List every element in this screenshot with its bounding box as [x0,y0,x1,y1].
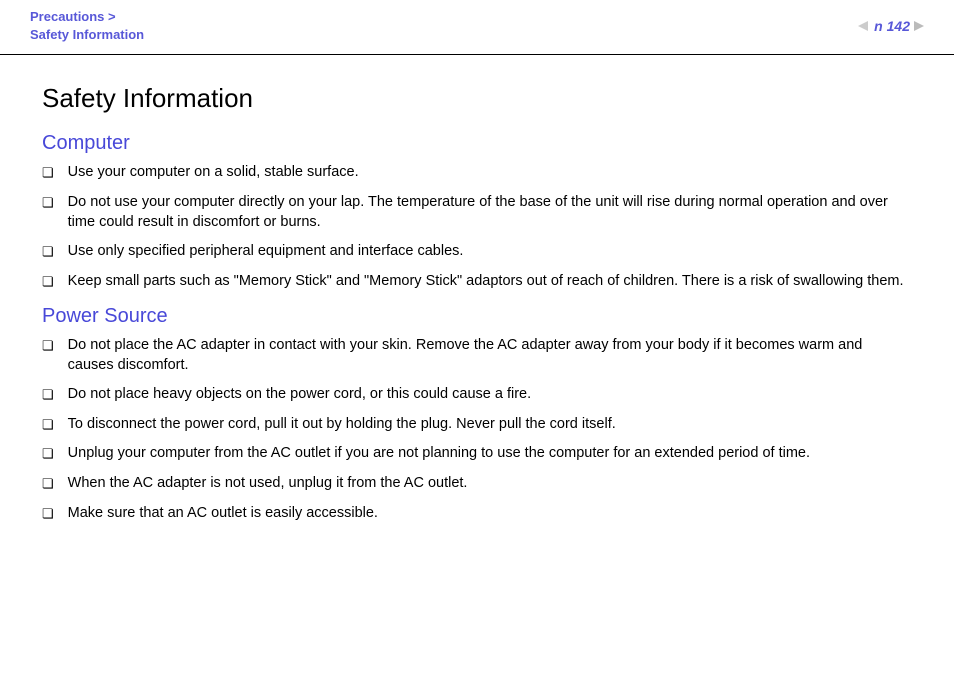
list-item: ❏ When the AC adapter is not used, unplu… [42,474,912,494]
list-item-text: Use your computer on a solid, stable sur… [68,163,912,183]
list-item: ❏ To disconnect the power cord, pull it … [42,415,912,435]
breadcrumb: Precautions > Safety Information [30,8,144,44]
list-item: ❏ Keep small parts such as "Memory Stick… [42,272,912,292]
bullet-icon: ❏ [42,272,54,292]
bullet-list: ❏ Do not place the AC adapter in contact… [42,336,912,523]
page-number: 142 [887,18,910,34]
bullet-icon: ❏ [42,193,54,232]
breadcrumb-line2: Safety Information [30,26,144,44]
list-item: ❏ Use only specified peripheral equipmen… [42,242,912,262]
list-item-text: To disconnect the power cord, pull it ou… [68,415,912,435]
list-item: ❏ Unplug your computer from the AC outle… [42,444,912,464]
page-number-nav: n 142 [858,18,924,34]
bullet-icon: ❏ [42,385,54,405]
prev-page-icon[interactable] [858,21,868,31]
list-item-text: Make sure that an AC outlet is easily ac… [68,504,912,524]
list-item-text: Do not place heavy objects on the power … [68,385,912,405]
breadcrumb-line1: Precautions > [30,8,144,26]
next-page-icon[interactable] [914,21,924,31]
bullet-icon: ❏ [42,504,54,524]
bullet-icon: ❏ [42,336,54,375]
list-item: ❏ Use your computer on a solid, stable s… [42,163,912,183]
bullet-icon: ❏ [42,242,54,262]
section-heading: Power Source [42,305,912,328]
section-heading: Computer [42,132,912,155]
n-mark: n [874,18,883,34]
list-item-text: Keep small parts such as "Memory Stick" … [68,272,912,292]
list-item-text: When the AC adapter is not used, unplug … [68,474,912,494]
list-item: ❏ Do not place heavy objects on the powe… [42,385,912,405]
bullet-icon: ❏ [42,474,54,494]
list-item-text: Unplug your computer from the AC outlet … [68,444,912,464]
list-item: ❏ Do not place the AC adapter in contact… [42,336,912,375]
list-item: ❏ Make sure that an AC outlet is easily … [42,504,912,524]
list-item-text: Do not use your computer directly on you… [68,193,912,232]
list-item-text: Do not place the AC adapter in contact w… [68,336,912,375]
page-title: Safety Information [42,83,912,114]
bullet-list: ❏ Use your computer on a solid, stable s… [42,163,912,291]
page-content: Safety Information Computer ❏ Use your c… [0,55,954,561]
list-item: ❏ Do not use your computer directly on y… [42,193,912,232]
bullet-icon: ❏ [42,444,54,464]
bullet-icon: ❏ [42,163,54,183]
bullet-icon: ❏ [42,415,54,435]
page-header: Precautions > Safety Information n 142 [0,0,954,55]
list-item-text: Use only specified peripheral equipment … [68,242,912,262]
